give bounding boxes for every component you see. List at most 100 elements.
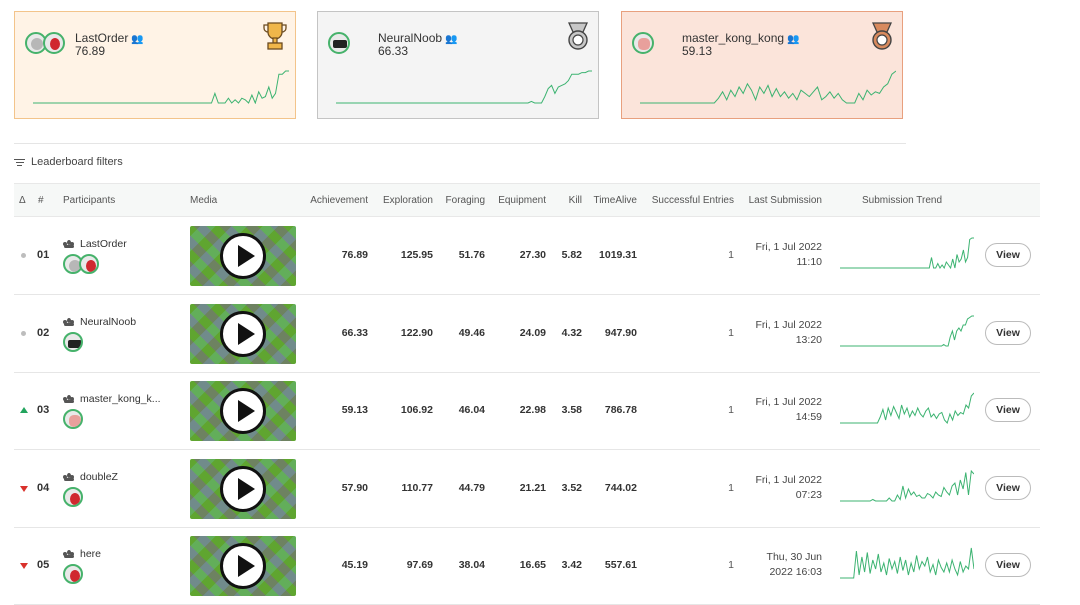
kill-value: 5.82: [561, 249, 582, 261]
team-avatars: [632, 32, 654, 54]
col-rank: #: [38, 195, 44, 206]
participant-avatars: [63, 254, 99, 274]
participant-avatars: [63, 486, 83, 507]
last-submission-date: Fri, 1 Jul 2022 11:10: [755, 241, 822, 268]
table-row: 02 NeuralNoob 66.33 122.90 49.46 24.09 4…: [14, 296, 1040, 373]
timealive-value: 744.02: [604, 481, 637, 494]
podium-score: 59.13: [682, 44, 713, 58]
podium-score: 76.89: [75, 44, 106, 58]
rank-change-same-icon: [21, 330, 26, 336]
timealive-value: 557.61: [604, 559, 637, 571]
participant-name[interactable]: here: [63, 548, 101, 560]
kill-value: 3.52: [561, 481, 582, 494]
exploration-value: 106.92: [400, 404, 433, 416]
podium-trend-sparkline: [33, 70, 289, 104]
podium-card-3[interactable]: master_kong_kong 👥 59.13: [621, 11, 903, 119]
equipment-value: 21.21: [519, 481, 546, 494]
col-delta: Δ: [19, 195, 26, 206]
table-row: 04 doubleZ 57.90 110.77 44.79 21.21 3.52…: [14, 451, 1040, 528]
media-thumbnail[interactable]: [190, 303, 296, 364]
media-thumbnail[interactable]: [190, 458, 296, 519]
podium-card-2[interactable]: NeuralNoob 👥 66.33: [317, 11, 599, 119]
foraging-value: 38.04: [458, 559, 485, 571]
avatar: [328, 32, 350, 54]
avatar: [63, 331, 83, 352]
divider: [14, 143, 906, 144]
col-successful-entries[interactable]: Successful Entries: [652, 195, 734, 206]
rank-change-down-icon: [20, 485, 28, 492]
foraging-value: 44.79: [458, 481, 485, 494]
foraging-value: 46.04: [458, 404, 485, 416]
team-icon: 👥: [787, 34, 800, 45]
podium-team-name: NeuralNoob 👥: [378, 31, 458, 45]
team-avatars: [328, 32, 350, 54]
avatar: [43, 32, 65, 54]
col-participants: Participants: [63, 195, 116, 206]
view-button[interactable]: View: [985, 398, 1031, 422]
col-exploration[interactable]: Exploration: [383, 195, 433, 206]
participant-name[interactable]: NeuralNoob: [63, 316, 136, 328]
successful-entries-value: 1: [728, 481, 734, 494]
equipment-value: 16.65: [519, 559, 546, 571]
rank-change-same-icon: [21, 253, 26, 258]
col-foraging[interactable]: Foraging: [446, 195, 485, 206]
col-media: Media: [190, 195, 218, 206]
podium-card-1[interactable]: LastOrder 👥 76.89: [14, 11, 296, 119]
play-icon[interactable]: [220, 543, 266, 589]
view-button[interactable]: View: [985, 475, 1031, 500]
view-button[interactable]: View: [985, 243, 1031, 267]
equipment-value: 24.09: [519, 326, 546, 339]
equipment-value: 27.30: [519, 249, 546, 261]
rank-number: 03: [37, 404, 50, 416]
team-icon: 👥: [131, 34, 144, 45]
kill-value: 3.58: [561, 404, 582, 416]
play-icon[interactable]: [220, 388, 266, 434]
play-icon[interactable]: [220, 465, 266, 512]
submission-trend-sparkline: [840, 469, 974, 501]
foraging-value: 51.76: [458, 249, 485, 261]
successful-entries-value: 1: [728, 404, 734, 416]
podium-team-name: master_kong_kong 👥: [682, 31, 800, 45]
submission-trend-sparkline: [840, 547, 974, 579]
col-achievement[interactable]: Achievement: [310, 195, 368, 206]
foraging-value: 49.46: [458, 326, 485, 339]
media-thumbnail[interactable]: [190, 536, 296, 596]
play-icon[interactable]: [220, 310, 266, 357]
team-icon: 👥: [445, 34, 458, 45]
rank-number: 02: [37, 326, 50, 339]
col-kill[interactable]: Kill: [569, 195, 582, 206]
team-icon: [63, 317, 74, 326]
col-submission-trend: Submission Trend: [862, 195, 943, 206]
rank-change-down-icon: [20, 563, 28, 569]
successful-entries-value: 1: [728, 559, 734, 571]
podium-trend-sparkline: [640, 70, 896, 104]
col-last-submission[interactable]: Last Submission: [749, 195, 822, 206]
avatar: [63, 486, 83, 507]
submission-trend-sparkline: [840, 315, 974, 346]
team-icon: [63, 240, 74, 248]
last-submission-date: Fri, 1 Jul 2022 14:59: [755, 396, 822, 423]
table-row: 03 master_kong_k... 59.13 106.92 46.04 2…: [14, 373, 1040, 450]
play-icon[interactable]: [220, 233, 266, 279]
participant-name[interactable]: LastOrder: [63, 238, 127, 250]
achievement-value: 45.19: [341, 559, 368, 571]
podium-team-name: LastOrder 👥: [75, 31, 144, 45]
successful-entries-value: 1: [728, 326, 734, 339]
kill-value: 3.42: [561, 559, 582, 571]
podium-score: 66.33: [378, 44, 409, 58]
achievement-value: 59.13: [341, 404, 368, 416]
view-button[interactable]: View: [985, 553, 1031, 577]
participant-name[interactable]: master_kong_k...: [63, 393, 161, 405]
bronze-medal-icon: [870, 21, 894, 51]
kill-value: 4.32: [561, 326, 582, 339]
col-timealive[interactable]: TimeAlive: [593, 195, 637, 206]
media-thumbnail[interactable]: [190, 381, 296, 441]
media-thumbnail[interactable]: [190, 226, 296, 286]
last-submission-date: Thu, 30 Jun 2022 16:03: [766, 551, 822, 578]
participant-name[interactable]: doubleZ: [63, 471, 118, 483]
view-button[interactable]: View: [985, 320, 1031, 345]
leaderboard-filters[interactable]: Leaderboard filters: [14, 156, 123, 168]
rank-number: 05: [37, 559, 50, 571]
rank-change-up-icon: [20, 407, 28, 413]
col-equipment[interactable]: Equipment: [498, 195, 546, 206]
